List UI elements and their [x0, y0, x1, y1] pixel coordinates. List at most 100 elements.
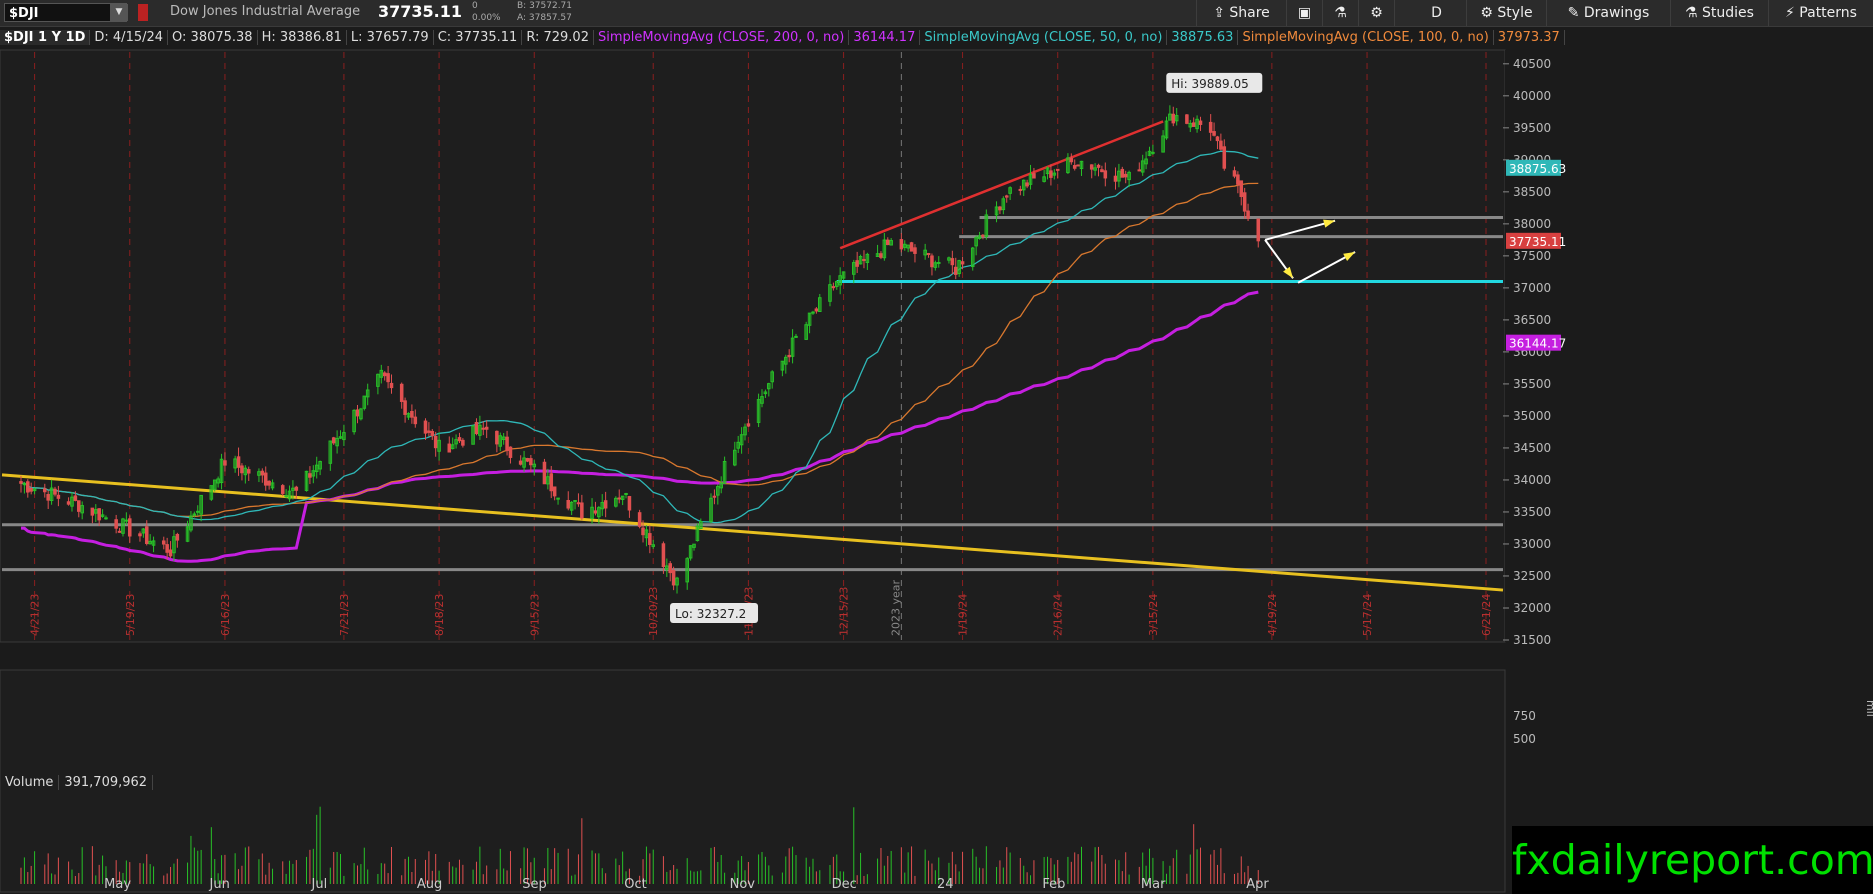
- flag-icon[interactable]: [138, 4, 148, 21]
- settings-button[interactable]: ⚙: [1358, 0, 1394, 26]
- candle-body: [280, 485, 285, 494]
- candle-body: [603, 500, 608, 509]
- date-marker-label: 7/21/23: [338, 594, 351, 636]
- candle-body: [1147, 150, 1152, 156]
- y-tick-label: 36500: [1513, 313, 1551, 327]
- candle-body: [124, 519, 129, 522]
- sma100-label[interactable]: SimpleMovingAvg (CLOSE, 100, 0, no): [1238, 30, 1494, 45]
- candle-body: [501, 436, 506, 441]
- candle-body: [433, 435, 438, 449]
- candle-body: [790, 337, 795, 357]
- symbol-dropdown-icon[interactable]: ▼: [110, 4, 128, 21]
- candle-body: [94, 509, 98, 514]
- candle-body: [1018, 188, 1023, 191]
- projection-arrow: [1297, 251, 1356, 284]
- candle-body: [974, 236, 978, 247]
- studies-button[interactable]: ⚗ Studies: [1670, 0, 1768, 26]
- net-change: 0 0.00%: [472, 0, 501, 24]
- candle-body: [930, 255, 934, 268]
- candle-body: [1042, 176, 1046, 182]
- candle-body: [1100, 169, 1104, 173]
- date-marker-label: 4/21/23: [29, 594, 42, 636]
- style-button[interactable]: ⚙ Style: [1466, 0, 1546, 26]
- candle-body: [457, 437, 462, 442]
- volume-unit-label: mil: [1864, 700, 1873, 717]
- candle-body: [984, 214, 989, 237]
- y-tick-label: 39500: [1513, 121, 1551, 135]
- candle-body: [399, 383, 404, 402]
- month-label: Feb: [1042, 877, 1065, 892]
- candle-body: [998, 206, 1002, 211]
- candle-body: [260, 470, 265, 476]
- last-price-tag-text: 37735.11: [1509, 235, 1566, 249]
- flask-button[interactable]: ⚗: [1322, 0, 1358, 26]
- y-tick-label: 31500: [1513, 633, 1551, 647]
- candle-body: [246, 469, 251, 474]
- sma200-label[interactable]: SimpleMovingAvg (CLOSE, 200, 0, no): [593, 30, 850, 45]
- candle-body: [542, 461, 547, 485]
- candle-body: [1032, 173, 1036, 179]
- candle-body: [709, 497, 713, 522]
- candle-body: [716, 486, 720, 496]
- y-tick-label: 37000: [1513, 281, 1551, 295]
- symbol-timeframe[interactable]: $DJI 1 Y 1D: [0, 30, 91, 45]
- candle-body: [641, 527, 645, 536]
- candle-body: [529, 458, 533, 466]
- date-marker-label: 10/20/23: [647, 587, 660, 636]
- candle-body: [161, 540, 166, 545]
- candle-body: [675, 577, 679, 586]
- patterns-button[interactable]: ⚡ Patterns: [1768, 0, 1873, 26]
- pencil-icon: ✎: [1567, 5, 1584, 21]
- candle-body: [794, 335, 798, 338]
- candle-body: [46, 494, 50, 501]
- candle-body: [1174, 115, 1179, 122]
- bar-date: D: 4/15/24: [90, 30, 169, 45]
- candle-body: [22, 482, 27, 486]
- month-label: Mar: [1141, 877, 1166, 892]
- sma200-price-tag-text: 36144.17: [1509, 337, 1566, 351]
- style-icon: ⚙: [1480, 5, 1498, 21]
- candle-body: [471, 425, 475, 445]
- instrument-name: Dow Jones Industrial Average: [170, 4, 361, 19]
- candle-body: [1045, 167, 1050, 175]
- candle-body: [304, 470, 309, 491]
- candle-body: [841, 271, 846, 279]
- candle-body: [406, 413, 411, 418]
- symbol-input[interactable]: $DJI: [4, 3, 127, 22]
- candle-body: [100, 514, 105, 517]
- candle-body: [1049, 170, 1053, 178]
- candle-body: [80, 505, 84, 514]
- candle-body: [882, 239, 887, 259]
- candle-body: [807, 312, 812, 326]
- candle-body: [661, 543, 666, 567]
- candle-body: [699, 521, 703, 530]
- drawings-button[interactable]: ✎ Drawings: [1546, 0, 1670, 26]
- candle-body: [474, 422, 479, 435]
- candle-body: [994, 206, 999, 216]
- y-tick-label: 38500: [1513, 185, 1551, 199]
- price-chart[interactable]: 4/21/23 5/19/23 6/16/23 7/21/23 8/18/23 9/15/…: [0, 0, 1873, 894]
- candle-body: [787, 354, 791, 358]
- candle-body: [1151, 151, 1155, 154]
- share-button[interactable]: ⇪ Share: [1196, 0, 1286, 26]
- date-marker-label: 4/19/24: [1266, 594, 1279, 636]
- layout-button[interactable]: ▣: [1286, 0, 1322, 26]
- candle-body: [148, 540, 152, 545]
- sma50-label[interactable]: SimpleMovingAvg (CLOSE, 50, 0, no): [920, 30, 1168, 45]
- candle-body: [1076, 164, 1080, 167]
- y-tick-label: 34500: [1513, 441, 1551, 455]
- candle-body: [960, 261, 965, 265]
- month-label: Dec: [832, 877, 857, 892]
- month-label: 24: [937, 877, 954, 892]
- candle-body: [885, 239, 890, 246]
- arrow-head: [1323, 219, 1336, 228]
- candle-body: [532, 463, 537, 468]
- y-tick-label: 40500: [1513, 57, 1551, 71]
- candle-body: [49, 487, 54, 502]
- candle-body: [733, 449, 737, 466]
- candle-body: [311, 470, 316, 477]
- candle-body: [413, 416, 418, 425]
- candle-body: [811, 311, 815, 314]
- sma50-value: 38875.63: [1167, 30, 1239, 45]
- candle-body: [498, 435, 503, 447]
